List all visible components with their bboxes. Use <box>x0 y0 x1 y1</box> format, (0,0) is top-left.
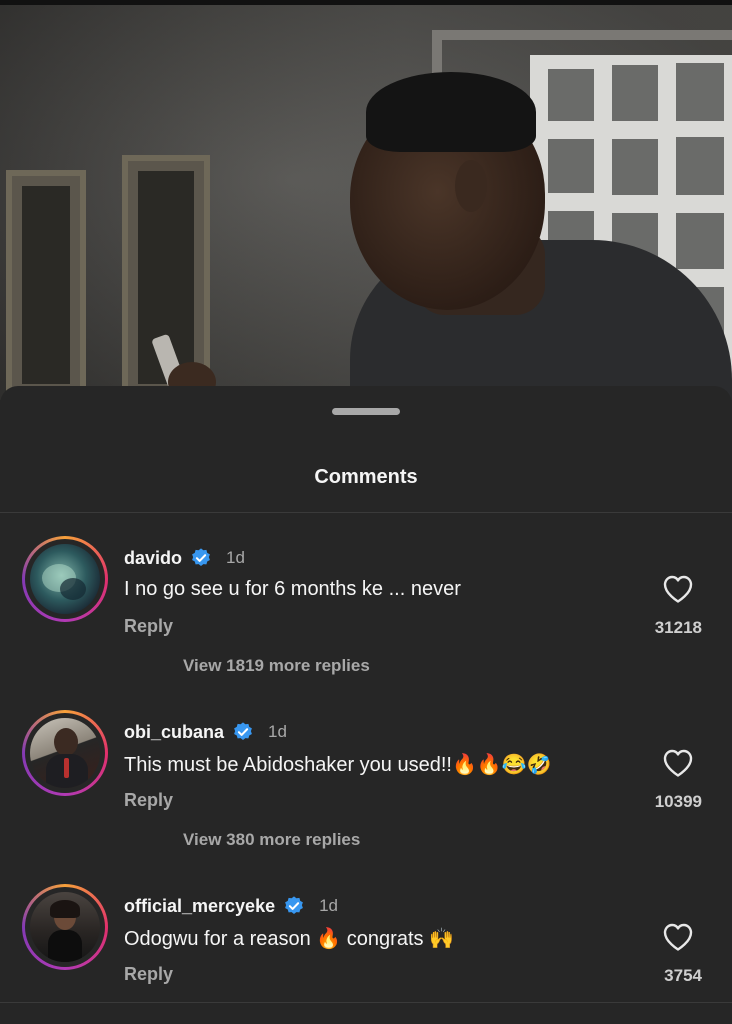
comment-username[interactable]: obi_cubana <box>124 722 224 743</box>
status-strip <box>0 0 732 5</box>
avatar[interactable] <box>30 718 100 788</box>
comment-text: This must be Abidoshaker you used!!🔥🔥😂🤣 <box>124 754 552 776</box>
photo-wall-frame-left <box>6 170 86 400</box>
comments-sheet: Comments davido 1d I no go see u for 6 m… <box>0 386 732 1024</box>
sheet-title: Comments <box>314 466 418 488</box>
comment-username[interactable]: davido <box>124 548 182 569</box>
avatar[interactable] <box>30 892 100 962</box>
comment-username[interactable]: official_mercyeke <box>124 896 275 917</box>
view-replies-link[interactable]: View 1819 more replies <box>183 656 370 676</box>
reply-button[interactable]: Reply <box>124 790 173 811</box>
avatar-story-ring[interactable] <box>22 884 108 970</box>
reply-button[interactable]: Reply <box>124 616 173 637</box>
avatar[interactable] <box>30 544 100 614</box>
avatar-story-ring[interactable] <box>22 536 108 622</box>
sheet-drag-handle[interactable] <box>332 408 400 415</box>
heart-outline-icon[interactable] <box>662 574 694 604</box>
like-count: 3754 <box>664 966 702 985</box>
sheet-divider <box>0 512 732 513</box>
heart-outline-icon[interactable] <box>662 922 694 952</box>
comment-time: 1d <box>319 896 339 915</box>
heart-outline-icon[interactable] <box>662 748 694 778</box>
verified-badge-icon <box>285 896 303 914</box>
verified-badge-icon <box>192 548 210 566</box>
post-photo <box>0 0 732 400</box>
comment-time: 1d <box>226 548 245 567</box>
photo-person-hair <box>366 72 536 152</box>
view-replies-link[interactable]: View 380 more replies <box>183 830 360 850</box>
comment-text: Odogwu for a reason 🔥 congrats 🙌 <box>124 928 454 950</box>
list-bottom-divider <box>0 1002 732 1003</box>
photo-person-ear <box>455 160 487 212</box>
comment-time: 1d <box>268 722 287 741</box>
like-count: 31218 <box>654 618 702 637</box>
reply-button[interactable]: Reply <box>124 964 173 985</box>
comment-text: I no go see u for 6 months ke ... never <box>124 578 461 600</box>
like-count: 10399 <box>654 792 702 811</box>
avatar-story-ring[interactable] <box>22 710 108 796</box>
verified-badge-icon <box>234 722 252 740</box>
